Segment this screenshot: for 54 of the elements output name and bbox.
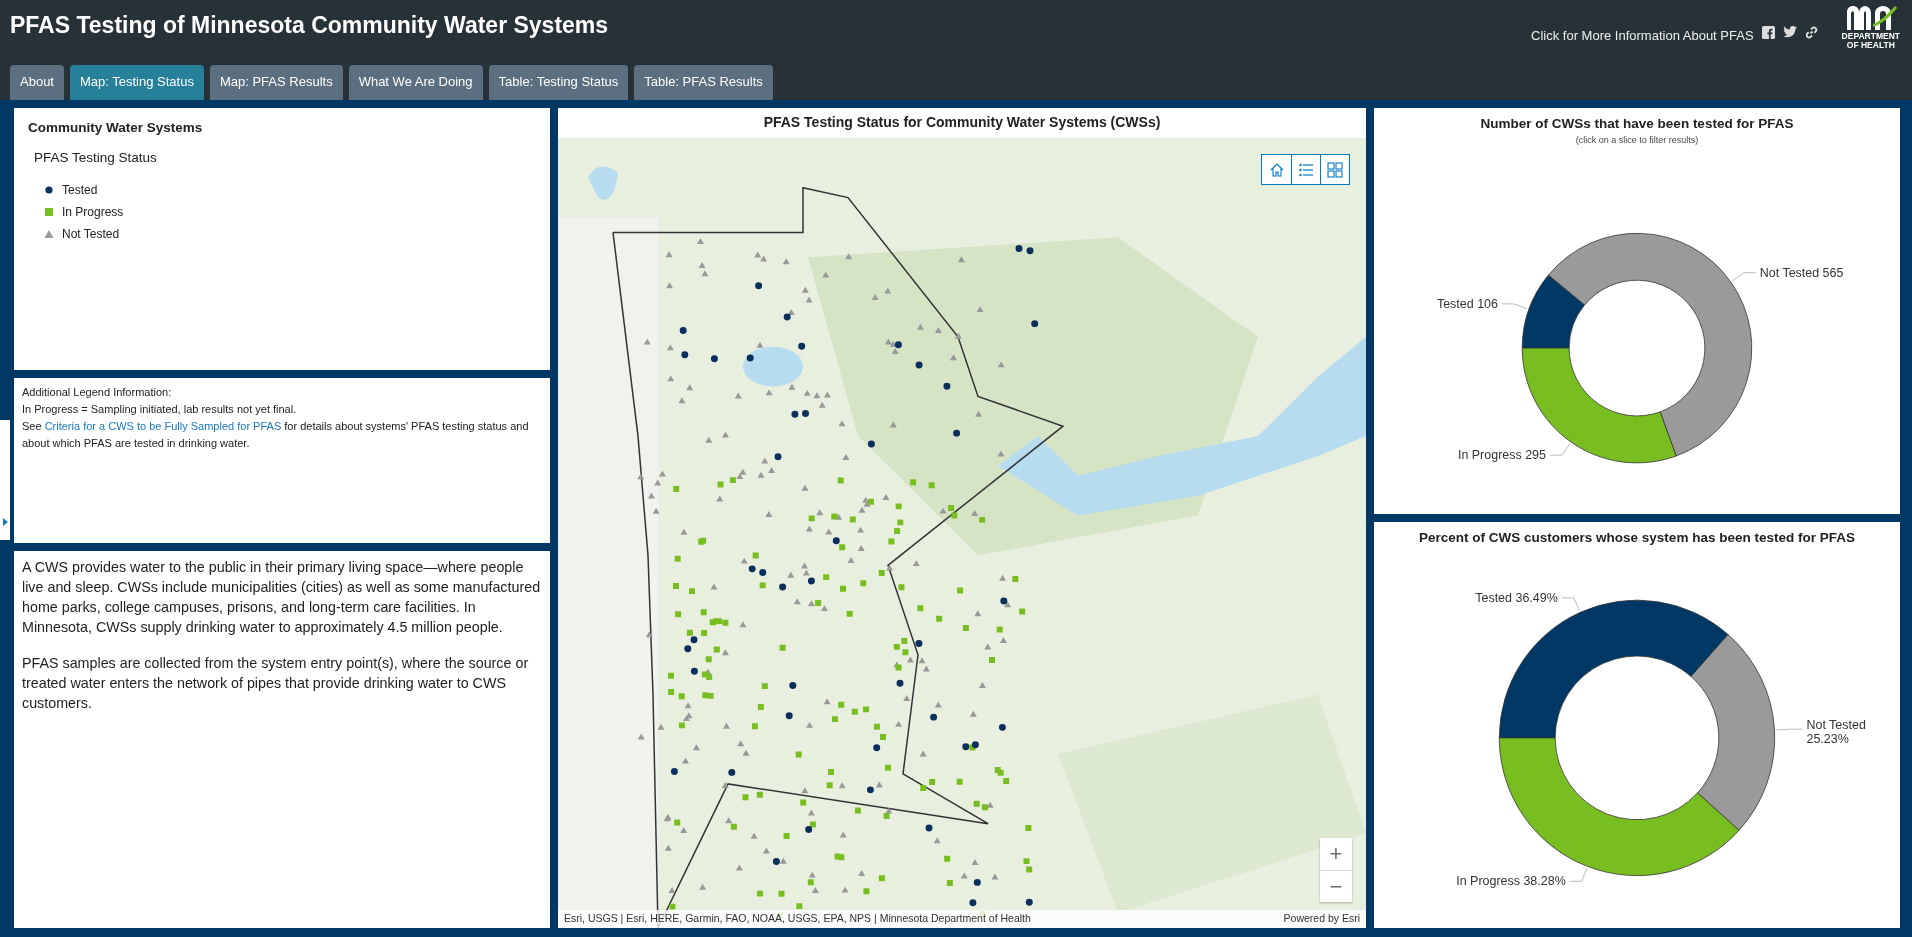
legend-subtitle: PFAS Testing Status: [34, 149, 158, 168]
donut-slice[interactable]: [1548, 232, 1753, 457]
info-note: In Progress = Sampling initiated, lab results not yet final.: [22, 402, 298, 418]
description-paragraph: A CWS provides water to the public in their primary living space—where people live and sleep. CWSs include municipalities (cities) as well as some manufactured home parks, college campuses, prisons, and long-term care facilities. In Minnesota, CWSs supply drinking water to approximately 4.5 million people.: [22, 558, 542, 638]
map-title: PFAS Testing Status for Community Water Systems (CWSs): [762, 113, 1162, 132]
facebook-icon[interactable]: [1761, 26, 1775, 39]
donut-slice[interactable]: [1521, 274, 1586, 349]
slice-label: Tested 36.49%: [1475, 591, 1558, 606]
info-heading: Additional Legend Information:: [22, 385, 173, 400]
powered-by-text: Powered by Esri: [1283, 911, 1360, 927]
leader-line: [1549, 442, 1571, 456]
chart-title: Number of CWSs that have been tested for PFAS: [1480, 115, 1794, 133]
legend-label: In Progress: [62, 203, 124, 221]
grid-icon: [1327, 161, 1343, 178]
link-icon[interactable]: [1804, 26, 1818, 39]
donut-slice[interactable]: [1690, 634, 1776, 832]
map-attribution: Esri, USGS | Esri, HERE, Garmin, FAO, NOAA, USGS, EPA, NPS | Minnesota Department of Health: [564, 911, 1031, 927]
logo-caption: DEPARTMENT: [1841, 32, 1900, 41]
info-link[interactable]: Click for More Information About PFAS: [1531, 26, 1754, 46]
tab[interactable]: Table: Testing Status: [488, 64, 629, 100]
leader-line: [1501, 303, 1528, 309]
chart-subtitle: (click on a slice to filter results): [1575, 134, 1699, 148]
zoom-out-button[interactable]: −: [1320, 870, 1352, 902]
logo-icon: [1844, 4, 1897, 32]
twitter-icon[interactable]: [1782, 26, 1797, 38]
legend-label: Tested: [62, 181, 98, 199]
tab[interactable]: Table: PFAS Results: [634, 64, 773, 100]
tab[interactable]: Map: PFAS Results: [209, 64, 343, 100]
leader-line: [1776, 728, 1803, 731]
donut-slice[interactable]: [1498, 600, 1729, 739]
description-paragraph: PFAS samples are collected from the system entry point(s), where the source or treated water enters the network of pipes that provide drinking water to CWS customers.: [22, 654, 530, 714]
slice-label: In Progress 38.28%: [1456, 874, 1566, 889]
criteria-link[interactable]: Criteria for a CWS to be Fully Sampled for PFAS: [44, 420, 282, 433]
leader-line: [1561, 597, 1580, 612]
slice-label: Not Tested 25.23%: [1806, 718, 1866, 747]
panel-handle[interactable]: [0, 420, 10, 540]
slice-label: In Progress 295: [1457, 447, 1546, 462]
legend-label: Not Tested: [62, 225, 120, 243]
logo-caption: OF HEALTH: [1846, 40, 1895, 50]
leader-line: [1731, 272, 1757, 281]
tab[interactable]: Map: Testing Status: [70, 64, 204, 100]
info-paragraph: See Criteria for a CWS to be Fully Sampled for PFAS for details about systems' PFAS testing status and about which PFAS are tested in drinking water.: [22, 419, 530, 452]
zoom-in-button[interactable]: +: [1320, 838, 1352, 870]
slice-label: Not Tested 565: [1759, 265, 1844, 280]
list-icon: [1298, 161, 1314, 178]
page-title: PFAS Testing of Minnesota Community Water Systems: [10, 12, 609, 40]
chart-title: Percent of CWS customers whose system has been tested for PFAS: [1419, 529, 1855, 547]
slice-label: Tested 106: [1436, 296, 1498, 311]
home-icon: [1268, 161, 1285, 178]
arrow-icon: [2, 518, 8, 526]
tab[interactable]: About: [10, 64, 64, 100]
leader-line: [1569, 868, 1588, 883]
tab[interactable]: What We Are Doing: [348, 64, 483, 100]
legend-title: Community Water Systems: [28, 119, 204, 137]
